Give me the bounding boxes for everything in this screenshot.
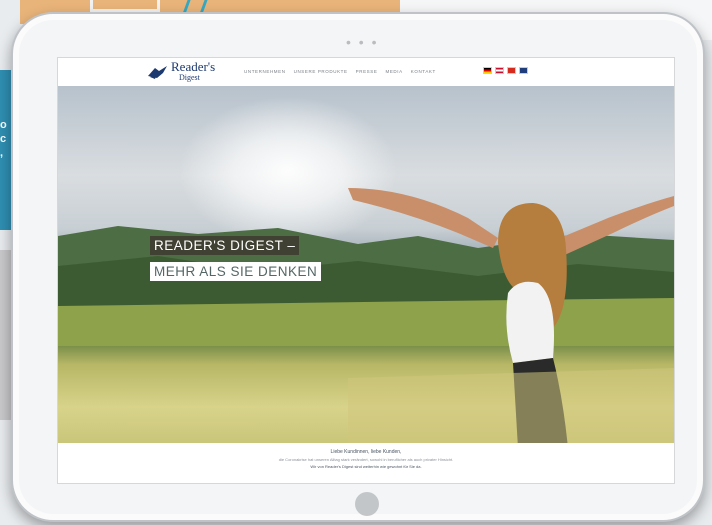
nav-item-unternehmen[interactable]: UNTERNEHMEN (244, 69, 286, 74)
hero-headline-line1: READER'S DIGEST – (150, 236, 300, 255)
flag-de-icon[interactable] (483, 67, 492, 74)
footer-message: Liebe Kundinnen, liebe Kunden, die Coron… (58, 446, 674, 469)
footer-greeting: Liebe Kundinnen, liebe Kunden, (330, 449, 402, 455)
logo-text: Reader's Digest (171, 60, 215, 83)
camera-dots: • • • (346, 34, 379, 50)
nav-item-produkte[interactable]: UNSERE PRODUKTE (294, 69, 348, 74)
flag-at-icon[interactable] (495, 67, 504, 74)
nav-item-media[interactable]: MEDIA (385, 69, 402, 74)
woman-arms-outstretched-image (348, 188, 674, 443)
language-selector (483, 67, 528, 74)
nav-item-presse[interactable]: PRESSE (356, 69, 378, 74)
flag-gb-icon[interactable] (519, 67, 528, 74)
background-left-text: o c , (0, 119, 7, 159)
main-navigation: UNTERNEHMEN UNSERE PRODUKTE PRESSE MEDIA… (244, 69, 436, 74)
pegasus-logo-icon (148, 66, 167, 79)
footer-corona-notice: die Coronakrise hat unseren Alltag stark… (278, 457, 454, 462)
hero-headline-line2: MEHR ALS SIE DENKEN (150, 262, 322, 281)
home-button[interactable] (355, 492, 379, 516)
readers-digest-logo[interactable]: Reader's Digest (147, 60, 215, 83)
nav-item-kontakt[interactable]: KONTAKT (411, 69, 436, 74)
footer-availability: Wir von Reader's Digest sind weiterhin w… (310, 464, 422, 469)
flag-ch-icon[interactable] (507, 67, 516, 74)
hero-banner: READER'S DIGEST – MEHR ALS SIE DENKEN (58, 86, 674, 443)
site-header: Reader's Digest UNTERNEHMEN UNSERE PRODU… (58, 58, 674, 86)
website-screen: Reader's Digest UNTERNEHMEN UNSERE PRODU… (57, 57, 675, 484)
